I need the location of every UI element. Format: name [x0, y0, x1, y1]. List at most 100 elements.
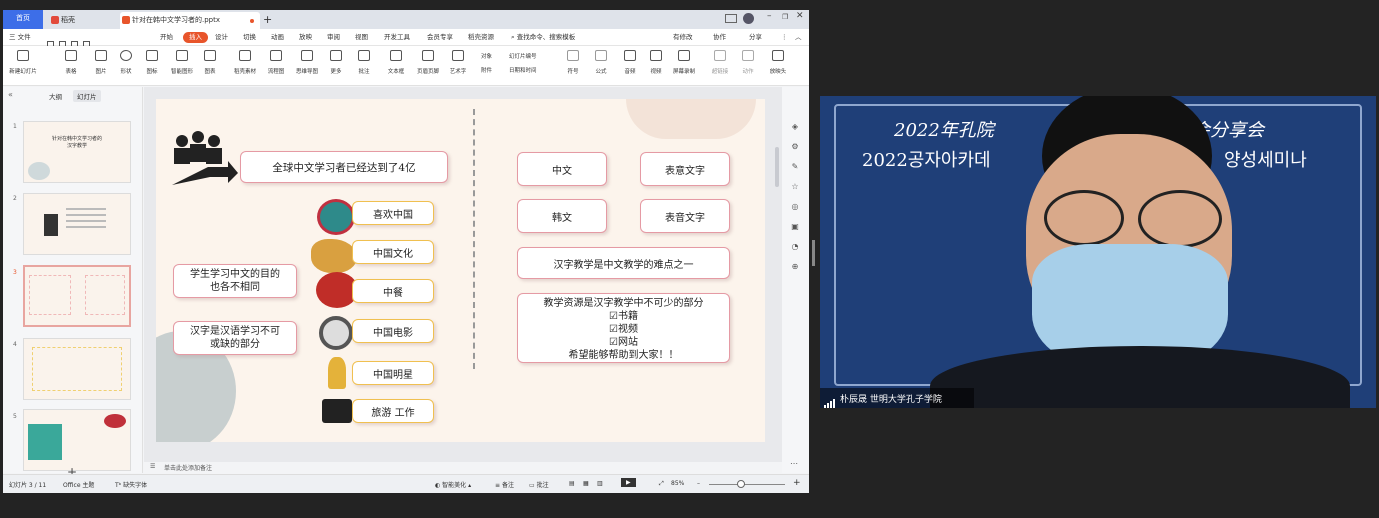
play-icon[interactable]: ▶: [621, 478, 636, 487]
zoom-slider[interactable]: [709, 484, 785, 485]
item-stars[interactable]: 中国明星: [352, 361, 434, 385]
slide-thumb-1[interactable]: 针对在韩中文学习者的 汉字教学: [23, 121, 131, 183]
icon-button[interactable]: 图标: [137, 50, 167, 75]
view-normal-icon[interactable]: ▤: [569, 480, 575, 487]
menu-animation[interactable]: 动画: [271, 29, 284, 46]
slide-thumb-5[interactable]: [23, 409, 131, 471]
theme-name[interactable]: Office 主题: [63, 480, 94, 489]
item-like-china[interactable]: 喜欢中国: [352, 201, 434, 225]
purpose-box[interactable]: 学生学习中文的目的 也各不相同: [173, 264, 297, 298]
header-footer-button[interactable]: 页眉页脚: [413, 50, 443, 75]
menu-slideshow[interactable]: 放映: [299, 29, 312, 46]
fit-icon[interactable]: ⤢: [659, 480, 664, 488]
split-handle[interactable]: [812, 240, 815, 266]
collapse-ribbon-icon[interactable]: ︿: [795, 29, 802, 46]
share-button[interactable]: 分享: [749, 29, 762, 46]
menu-transition[interactable]: 切换: [243, 29, 256, 46]
flowchart-button[interactable]: 流程图: [261, 50, 291, 75]
tab-slides[interactable]: 幻灯片: [73, 90, 101, 102]
zoom-out-icon[interactable]: –: [697, 480, 700, 487]
new-slide-button[interactable]: 新建幻灯片: [8, 50, 38, 75]
tab-home[interactable]: 首页: [3, 10, 43, 29]
zoom-in-icon[interactable]: +: [793, 478, 801, 488]
smartart-button[interactable]: 智能图形: [167, 50, 197, 75]
formula-button[interactable]: 公式: [586, 50, 616, 75]
menu-design[interactable]: 设计: [215, 29, 228, 46]
docer-material-button[interactable]: 稻壳素材: [230, 50, 260, 75]
missing-font[interactable]: Tᵇ 缺失字体: [115, 480, 147, 489]
command-search[interactable]: ⌕ 查找命令、搜索模板: [511, 29, 575, 46]
side-tool-icons[interactable]: ◈ ⚙ ✎ ☆ ◎ ▣ ◔ ⊕: [790, 117, 800, 297]
collapse-panel-icon[interactable]: «: [8, 90, 13, 99]
item-movie[interactable]: 中国电影: [352, 319, 434, 343]
box-ideographic[interactable]: 表意文字: [640, 152, 730, 186]
smart-beautify-button[interactable]: ◐ 智能美化 ▴: [435, 480, 471, 489]
item-culture[interactable]: 中国文化: [352, 240, 434, 264]
menu-start[interactable]: 开始: [160, 29, 173, 46]
mindmap-button[interactable]: 思维导图: [292, 50, 322, 75]
menu-view[interactable]: 视图: [355, 29, 368, 46]
menu-insert[interactable]: 插入: [183, 32, 208, 43]
box-resources[interactable]: 教学资源是汉字教学中不可少的部分 ☑书籍 ☑视频 ☑网站 希望能够帮助到大家！！: [517, 293, 730, 363]
textbox-button[interactable]: 文本框: [381, 50, 411, 75]
canvas-scrollbar[interactable]: [775, 147, 779, 187]
comment-button[interactable]: 批注: [349, 50, 379, 75]
more-button[interactable]: 更多: [321, 50, 351, 75]
chart-button[interactable]: 图表: [195, 50, 225, 75]
slide-thumb-3[interactable]: [23, 265, 131, 327]
view-sorter-icon[interactable]: ▦: [583, 480, 589, 487]
notes-placeholder: 单击此处添加备注: [164, 465, 213, 472]
camera-button[interactable]: 放映头: [763, 50, 793, 75]
picture-icon: [95, 50, 107, 61]
symbol-button[interactable]: 符号: [558, 50, 588, 75]
action-button[interactable]: 动作: [733, 50, 763, 75]
menu-vip[interactable]: 会员专享: [427, 29, 453, 46]
more-icon[interactable]: ⋮: [781, 29, 788, 46]
box-chinese[interactable]: 中文: [517, 152, 607, 186]
close-icon[interactable]: ✕: [796, 11, 804, 21]
slide-thumb-4[interactable]: [23, 338, 131, 400]
menu-developer[interactable]: 开发工具: [384, 29, 410, 46]
box-phonetic[interactable]: 表音文字: [640, 199, 730, 233]
layout-icon[interactable]: [725, 14, 737, 23]
restore-icon[interactable]: ❐: [782, 13, 788, 21]
notes-area[interactable]: ☰ 单击此处添加备注: [144, 462, 782, 473]
resource-videos: ☑视频: [609, 324, 638, 335]
slide-number-button[interactable]: 幻灯片编号: [509, 52, 537, 60]
zoom-level[interactable]: 85%: [671, 480, 684, 487]
slide-thumb-2[interactable]: [23, 193, 131, 255]
slide[interactable]: 全球中文学习者已经达到了4亿 学生学习中文的目的 也各不相同 汉字是汉语学习不可…: [156, 99, 765, 442]
thumb-photo: [28, 424, 62, 460]
menu-docer-resources[interactable]: 稻壳资源: [468, 29, 494, 46]
hyperlink-button[interactable]: 超链接: [705, 50, 735, 75]
hanzi-importance-box[interactable]: 汉字是汉语学习不可 或缺的部分: [173, 321, 297, 355]
view-reading-icon[interactable]: ▥: [597, 480, 603, 487]
minimize-icon[interactable]: –: [767, 11, 772, 21]
banner-box[interactable]: 全球中文学习者已经达到了4亿: [240, 151, 448, 183]
menu-review[interactable]: 审阅: [327, 29, 340, 46]
item-travel-work[interactable]: 旅游 工作: [352, 399, 434, 423]
avatar[interactable]: [743, 13, 754, 24]
tab-outline[interactable]: 大纲: [49, 91, 62, 101]
zoom-slider-thumb[interactable]: [737, 480, 745, 488]
table-button[interactable]: 表格: [56, 50, 86, 75]
box-difficulty[interactable]: 汉字教学是中文教学的难点之一: [517, 247, 730, 279]
attachment-button[interactable]: 附件: [481, 66, 492, 74]
quick-access-icons[interactable]: [47, 33, 117, 48]
menu-file[interactable]: 三 文件: [9, 29, 31, 46]
object-button[interactable]: 对象: [481, 52, 492, 60]
screen-record-button[interactable]: 屏幕录制: [669, 50, 699, 75]
datetime-button[interactable]: 日期和时间: [509, 66, 537, 74]
video-button[interactable]: 视频: [641, 50, 671, 75]
notes-toggle[interactable]: ≡ 备注: [495, 480, 514, 489]
new-tab-button[interactable]: +: [263, 12, 272, 29]
box-korean[interactable]: 韩文: [517, 199, 607, 233]
tab-file[interactable]: 针对在韩中文学习者的.pptx: [120, 12, 260, 29]
item-food[interactable]: 中餐: [352, 279, 434, 303]
more-icon[interactable]: ⋯: [790, 459, 798, 468]
wordart-button[interactable]: 艺术字: [443, 50, 473, 75]
comments-toggle[interactable]: ▭ 批注: [529, 480, 549, 489]
collab-button[interactable]: 协作: [713, 29, 726, 46]
tab-docer[interactable]: 稻壳: [49, 12, 109, 29]
edit-status[interactable]: 有修改: [673, 29, 693, 46]
